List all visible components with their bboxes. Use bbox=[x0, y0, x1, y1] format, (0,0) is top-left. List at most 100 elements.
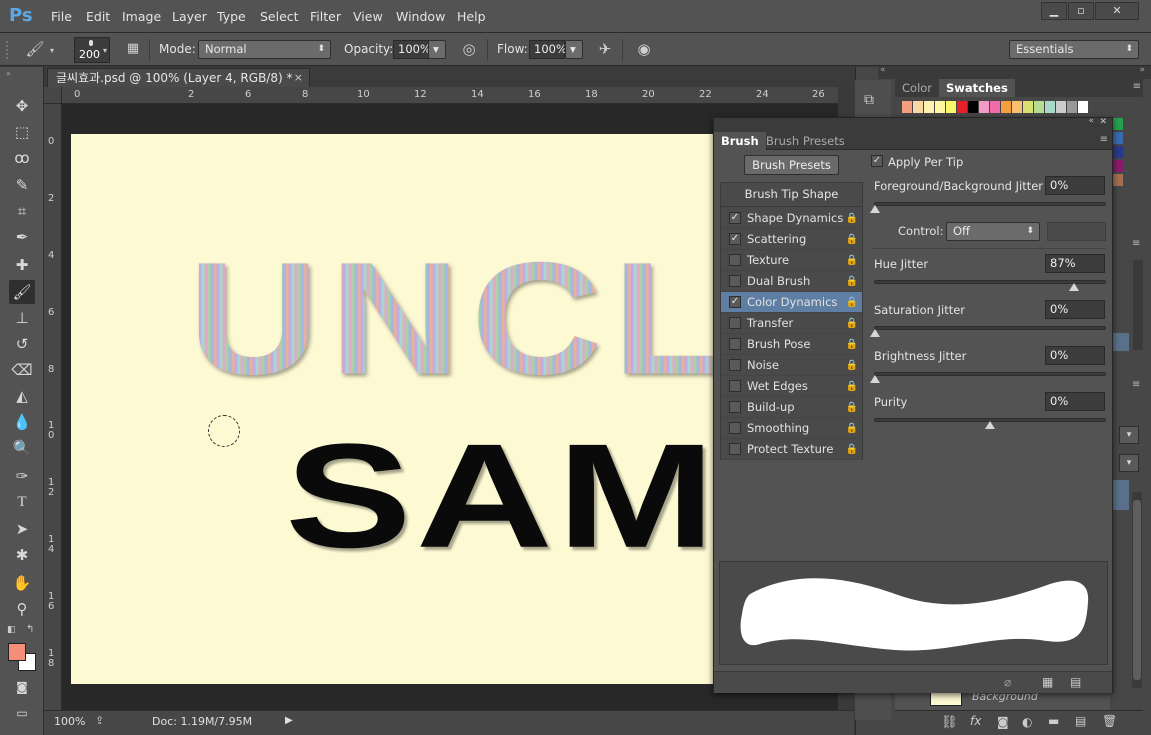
purity-thumb[interactable] bbox=[985, 421, 995, 429]
lock-icon[interactable]: 🔒 bbox=[846, 398, 858, 418]
swatch[interactable] bbox=[990, 101, 1001, 113]
custom-shape-tool-icon[interactable]: ✱ bbox=[9, 543, 35, 567]
new-group-icon[interactable]: ▬ bbox=[1048, 714, 1059, 728]
new-layer-icon[interactable]: ▤ bbox=[1075, 714, 1086, 728]
menu-window[interactable]: Window bbox=[396, 9, 445, 24]
brush-setting-build-up[interactable]: Build-up 🔒 bbox=[721, 397, 862, 418]
tab-color[interactable]: Color bbox=[895, 79, 939, 97]
swap-colors-icon[interactable]: ↰ bbox=[26, 624, 34, 635]
purity-field[interactable]: 0% bbox=[1045, 392, 1105, 411]
apply-per-tip-checkbox[interactable]: ✓ bbox=[871, 155, 883, 167]
layers-scrollbar[interactable] bbox=[1132, 492, 1142, 688]
swatch[interactable] bbox=[1001, 101, 1012, 113]
swatch[interactable] bbox=[1012, 101, 1023, 113]
swatch[interactable] bbox=[1045, 101, 1056, 113]
menu-image[interactable]: Image bbox=[122, 9, 161, 24]
tab-brush-presets[interactable]: Brush Presets bbox=[759, 132, 852, 150]
brush-tip-shape-item[interactable]: Brush Tip Shape bbox=[721, 183, 862, 207]
brightness-jitter-field[interactable]: 0% bbox=[1045, 346, 1105, 365]
quick-mask-icon[interactable]: ◙ bbox=[9, 675, 35, 699]
fg-bg-jitter-field[interactable]: 0% bbox=[1045, 176, 1105, 195]
lock-icon[interactable]: 🔒 bbox=[846, 272, 858, 292]
saturation-jitter-field[interactable]: 0% bbox=[1045, 300, 1105, 319]
horizontal-ruler[interactable]: 0 2 6 8 10 12 14 16 18 20 22 24 26 bbox=[62, 87, 838, 104]
swatch[interactable] bbox=[1113, 160, 1123, 172]
opacity-dropdown[interactable]: ▾ bbox=[428, 40, 446, 59]
lock-icon[interactable]: 🔒 bbox=[846, 230, 858, 250]
checkbox[interactable]: ✓ bbox=[729, 212, 741, 224]
brush-setting-scattering[interactable]: ✓ Scattering 🔒 bbox=[721, 229, 862, 250]
zoom-level[interactable]: 100% bbox=[54, 715, 85, 728]
adjustment-layer-icon[interactable]: ◐ bbox=[1022, 715, 1032, 729]
control-dropdown[interactable]: Off ⬍ bbox=[946, 222, 1040, 241]
lasso-tool-icon[interactable]: ꝏ bbox=[9, 146, 35, 170]
crop-tool-icon[interactable]: ⌗ bbox=[9, 199, 35, 223]
move-tool-icon[interactable]: ✥ bbox=[9, 94, 35, 118]
lock-icon[interactable]: 🔒 bbox=[846, 440, 858, 460]
lock-icon[interactable]: 🔒 bbox=[846, 377, 858, 397]
mode-dropdown[interactable]: Normal ⬍ bbox=[198, 40, 331, 59]
paint-bucket-tool-icon[interactable]: ◭ bbox=[9, 384, 35, 408]
pressure-opacity-icon[interactable]: ◎ bbox=[458, 38, 480, 60]
healing-brush-tool-icon[interactable]: ✚ bbox=[9, 253, 35, 277]
brush-setting-color-dynamics[interactable]: ✓ Color Dynamics 🔒 bbox=[721, 292, 862, 313]
brightness-jitter-slider[interactable] bbox=[874, 372, 1106, 376]
swatch[interactable] bbox=[935, 101, 946, 113]
swatch[interactable] bbox=[1034, 101, 1045, 113]
swatch[interactable] bbox=[1113, 146, 1123, 158]
marquee-tool-icon[interactable]: ⬚ bbox=[9, 120, 35, 144]
maximize-button[interactable]: ▫ bbox=[1068, 2, 1094, 20]
collapse-left-icon[interactable]: « bbox=[880, 65, 886, 75]
opacity-field[interactable]: 100% bbox=[393, 40, 431, 59]
close-window-button[interactable]: ✕ bbox=[1095, 2, 1139, 20]
path-selection-tool-icon[interactable]: ➤ bbox=[9, 517, 35, 541]
brush-setting-wet-edges[interactable]: Wet Edges 🔒 bbox=[721, 376, 862, 397]
minimize-button[interactable]: ▁ bbox=[1041, 2, 1067, 20]
swatch[interactable] bbox=[1113, 132, 1123, 144]
brush-setting-smoothing[interactable]: Smoothing 🔒 bbox=[721, 418, 862, 439]
brush-presets-button[interactable]: Brush Presets bbox=[744, 155, 839, 175]
fg-bg-jitter-thumb[interactable] bbox=[870, 205, 880, 213]
checkbox[interactable] bbox=[729, 275, 741, 287]
pressure-size-icon[interactable]: ◉ bbox=[633, 38, 655, 60]
swatch[interactable] bbox=[1067, 101, 1078, 113]
checkbox[interactable] bbox=[729, 380, 741, 392]
brush-setting-transfer[interactable]: Transfer 🔒 bbox=[721, 313, 862, 334]
link-layers-icon[interactable]: ⛓ bbox=[941, 715, 958, 730]
lock-icon[interactable]: 🔒 bbox=[846, 209, 858, 229]
create-new-brush-icon[interactable]: ▤ bbox=[1070, 675, 1081, 689]
brush-setting-protect-texture[interactable]: Protect Texture 🔒 bbox=[721, 439, 862, 460]
swatch[interactable] bbox=[902, 101, 913, 113]
close-tab-icon[interactable]: × bbox=[294, 69, 303, 87]
delete-layer-icon[interactable]: 🗑 bbox=[1102, 714, 1117, 728]
screen-mode-icon[interactable]: ▭ bbox=[9, 701, 35, 725]
clone-stamp-tool-icon[interactable]: ⊥ bbox=[9, 306, 35, 330]
lock-icon[interactable]: 🔒 bbox=[846, 314, 858, 334]
ruler-corner[interactable] bbox=[44, 87, 62, 104]
swatch[interactable] bbox=[1113, 174, 1123, 186]
swatch[interactable] bbox=[979, 101, 990, 113]
close-panel-icon[interactable]: ✕ bbox=[1099, 117, 1107, 127]
menu-file[interactable]: File bbox=[51, 9, 72, 24]
dropdown-arrow-icon[interactable]: ▾ bbox=[1119, 426, 1139, 444]
history-brush-tool-icon[interactable]: ↺ bbox=[9, 332, 35, 356]
lock-icon[interactable]: 🔒 bbox=[846, 293, 858, 313]
checkbox[interactable]: ✓ bbox=[729, 233, 741, 245]
saturation-jitter-thumb[interactable] bbox=[870, 329, 880, 337]
menu-edit[interactable]: Edit bbox=[86, 9, 110, 24]
swatch[interactable] bbox=[1078, 101, 1089, 113]
menu-filter[interactable]: Filter bbox=[310, 9, 341, 24]
dropdown-arrow-icon[interactable]: ▾ bbox=[1119, 454, 1139, 472]
document-tab[interactable]: 글씨효과.psd @ 100% (Layer 4, RGB/8) * × bbox=[47, 68, 310, 87]
swatch[interactable] bbox=[946, 101, 957, 113]
brush-setting-dual-brush[interactable]: Dual Brush 🔒 bbox=[721, 271, 862, 292]
zoom-tool-icon[interactable]: ⚲ bbox=[9, 597, 35, 621]
tab-brush[interactable]: Brush bbox=[714, 132, 766, 150]
toggle-brush-panel-icon[interactable]: ▦ bbox=[122, 38, 144, 60]
history-panel-icon[interactable]: ⧉ bbox=[864, 92, 874, 108]
quick-selection-tool-icon[interactable]: ✎ bbox=[9, 173, 35, 197]
flow-field[interactable]: 100% bbox=[529, 40, 567, 59]
document-canvas[interactable]: UNCLE SAM bbox=[71, 134, 838, 684]
lock-icon[interactable]: 🔒 bbox=[846, 335, 858, 355]
type-tool-icon[interactable]: T bbox=[9, 490, 35, 514]
